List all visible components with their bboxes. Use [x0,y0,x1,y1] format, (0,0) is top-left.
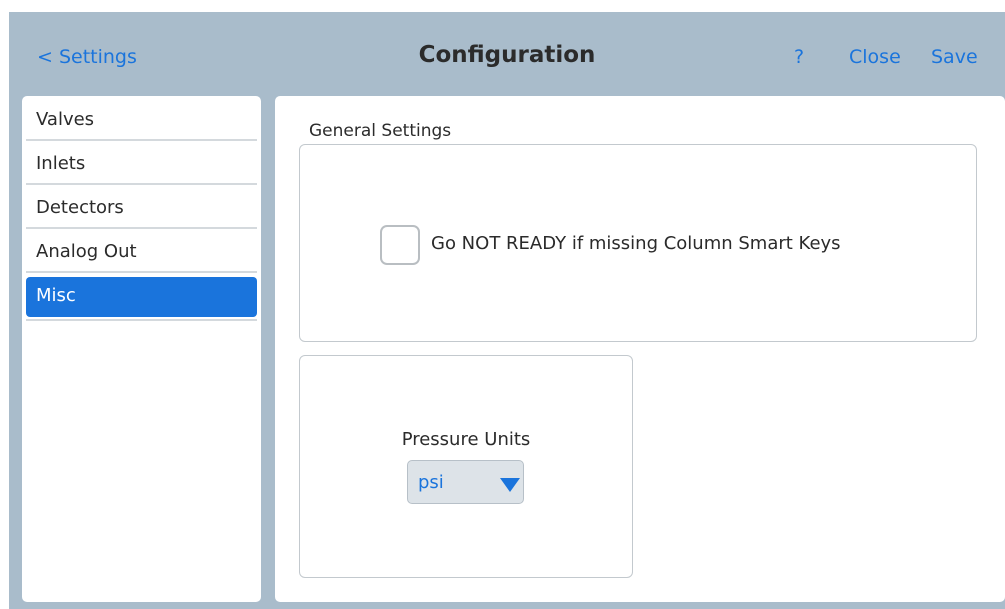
sidebar-divider [26,319,257,321]
header-bar: < Settings Configuration ? Close Save [9,12,1005,96]
app-window: < Settings Configuration ? Close Save Va… [9,12,1005,609]
save-button[interactable]: Save [931,46,978,68]
sidebar-item-analog-out[interactable]: Analog Out [26,233,257,273]
close-button[interactable]: Close [849,46,901,68]
general-settings-label: General Settings [309,121,452,141]
missing-smart-keys-label[interactable]: Go NOT READY if missing Column Smart Key… [431,233,841,254]
sidebar-item-detectors[interactable]: Detectors [26,189,257,229]
pressure-units-select[interactable]: psi [407,460,524,504]
main-panel: General Settings Go NOT READY if missing… [275,96,1005,602]
sidebar-item-valves[interactable]: Valves [26,101,257,141]
sidebar-item-misc[interactable]: Misc [26,277,257,317]
pressure-units-value: psi [418,472,444,493]
triangle-down-icon [500,478,520,492]
sidebar-item-inlets[interactable]: Inlets [26,145,257,185]
help-button[interactable]: ? [794,46,804,68]
general-settings-group: Go NOT READY if missing Column Smart Key… [299,144,977,342]
sidebar: Valves Inlets Detectors Analog Out Misc [22,96,261,602]
pressure-units-group: Pressure Units psi [299,355,633,578]
pressure-units-label: Pressure Units [401,429,531,450]
missing-smart-keys-checkbox[interactable] [380,225,420,265]
